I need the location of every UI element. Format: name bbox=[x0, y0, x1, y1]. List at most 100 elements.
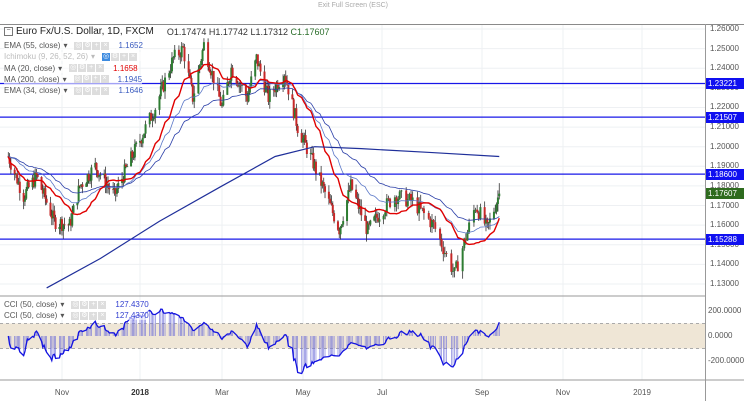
indicator-legend[interactable]: Ichimoku (9, 26, 52, 26) ▾ ◎ ⚙ + × bbox=[4, 52, 147, 62]
settings-icon[interactable]: ⚙ bbox=[80, 311, 89, 320]
settings-icon[interactable]: ⚙ bbox=[80, 300, 89, 309]
more-icon[interactable]: + bbox=[92, 41, 101, 50]
candle-body bbox=[398, 191, 401, 200]
indicator-buttons[interactable]: ◎ ⚙ + × bbox=[74, 86, 110, 95]
candle-body bbox=[330, 203, 333, 205]
candle-body bbox=[218, 85, 221, 97]
remove-icon[interactable]: × bbox=[101, 86, 110, 95]
candle-body bbox=[115, 188, 118, 194]
candle-body bbox=[208, 67, 211, 72]
time-tick: 2018 bbox=[131, 388, 149, 397]
candle-body bbox=[53, 210, 56, 218]
indicator-label[interactable]: MA (20, close) bbox=[4, 64, 55, 73]
more-icon[interactable]: + bbox=[92, 86, 101, 95]
candle-body bbox=[219, 96, 222, 106]
time-tick: Mar bbox=[215, 388, 229, 397]
dropdown-icon[interactable]: ▾ bbox=[63, 86, 67, 95]
symbol-title[interactable]: Euro Fx/U.S. Dollar, 1D, FXCM bbox=[16, 26, 154, 37]
candle-body bbox=[291, 94, 294, 100]
indicator-buttons[interactable]: ◎ ⚙ + × bbox=[102, 52, 138, 61]
indicator-label[interactable]: MA (200, close) bbox=[4, 75, 60, 84]
visibility-icon[interactable]: ◎ bbox=[71, 311, 80, 320]
candle-body bbox=[90, 167, 93, 181]
settings-icon[interactable]: ⚙ bbox=[111, 52, 120, 61]
remove-icon[interactable]: × bbox=[98, 300, 107, 309]
candle-body bbox=[95, 162, 98, 171]
indicator-legend[interactable]: MA (20, close) ▾ ◎ ⚙ + × 1.1658 bbox=[4, 63, 138, 73]
remove-icon[interactable]: × bbox=[129, 52, 138, 61]
candle-body bbox=[442, 247, 445, 255]
candle-body bbox=[36, 174, 39, 177]
candle-body bbox=[378, 219, 381, 222]
cci-label[interactable]: CCI (50, close) bbox=[4, 300, 57, 309]
visibility-icon[interactable]: ◎ bbox=[73, 75, 82, 84]
indicator-buttons[interactable]: ◎ ⚙ + × bbox=[71, 311, 107, 320]
indicator-buttons[interactable]: ◎ ⚙ + × bbox=[73, 75, 109, 84]
visibility-icon[interactable]: ◎ bbox=[74, 86, 83, 95]
candle-body bbox=[183, 46, 186, 62]
candle-body bbox=[434, 222, 437, 229]
candle-body bbox=[476, 209, 479, 213]
candle-body bbox=[296, 125, 299, 134]
time-tick: Sep bbox=[474, 388, 490, 397]
level-price-label: 1.21507 bbox=[706, 111, 744, 123]
indicator-legend[interactable]: EMA (34, close) ▾ ◎ ⚙ + × 1.1646 bbox=[4, 86, 143, 96]
collapse-icon[interactable]: − bbox=[4, 27, 13, 36]
dropdown-icon[interactable]: ▾ bbox=[60, 311, 64, 320]
candle-body bbox=[126, 166, 129, 168]
more-icon[interactable]: + bbox=[89, 311, 98, 320]
indicator-label[interactable]: Ichimoku (9, 26, 52, 26) bbox=[4, 52, 88, 61]
cci-legend[interactable]: CCI (50, close) ▾ ◎ ⚙ + × 127.4370 bbox=[4, 300, 149, 309]
candle-body bbox=[406, 198, 409, 207]
dropdown-icon[interactable]: ▾ bbox=[91, 52, 95, 61]
candle-body bbox=[439, 228, 442, 240]
candle-body bbox=[193, 93, 196, 102]
candle-body bbox=[369, 220, 372, 225]
candle-body bbox=[172, 57, 175, 58]
remove-icon[interactable]: × bbox=[96, 64, 105, 73]
settings-icon[interactable]: ⚙ bbox=[82, 75, 91, 84]
more-icon[interactable]: + bbox=[87, 64, 96, 73]
indicator-legend[interactable]: EMA (55, close) ▾ ◎ ⚙ + × 1.1652 bbox=[4, 41, 143, 50]
indicator-legend[interactable]: MA (200, close) ▾ ◎ ⚙ + × 1.1945 bbox=[4, 74, 143, 84]
candle-body bbox=[373, 216, 376, 221]
visibility-icon[interactable]: ◎ bbox=[102, 52, 111, 61]
candle-body bbox=[143, 133, 146, 138]
visibility-icon[interactable]: ◎ bbox=[69, 64, 78, 73]
candle-body bbox=[207, 42, 210, 68]
candle-body bbox=[112, 189, 115, 191]
remove-icon[interactable]: × bbox=[101, 41, 110, 50]
candle-body bbox=[479, 207, 482, 219]
ma200-line bbox=[46, 146, 500, 289]
settings-icon[interactable]: ⚙ bbox=[83, 86, 92, 95]
time-tick: Jul bbox=[376, 388, 388, 397]
settings-icon[interactable]: ⚙ bbox=[83, 41, 92, 50]
candle-body bbox=[151, 119, 154, 121]
more-icon[interactable]: + bbox=[120, 52, 129, 61]
indicator-value: 1.1658 bbox=[113, 63, 138, 73]
settings-icon[interactable]: ⚙ bbox=[78, 64, 87, 73]
indicator-buttons[interactable]: ◎ ⚙ + × bbox=[71, 300, 107, 309]
price-tick: 1.13000 bbox=[710, 278, 739, 288]
visibility-icon[interactable]: ◎ bbox=[74, 41, 83, 50]
more-icon[interactable]: + bbox=[91, 75, 100, 84]
dropdown-icon[interactable]: ▾ bbox=[60, 300, 64, 309]
dropdown-icon[interactable]: ▾ bbox=[63, 75, 67, 84]
indicator-label[interactable]: EMA (34, close) bbox=[4, 86, 60, 95]
cci-legend[interactable]: CCI (50, close) ▾ ◎ ⚙ + × 127.4370 bbox=[4, 311, 149, 320]
time-tick: Nov bbox=[54, 388, 70, 397]
dropdown-icon[interactable]: ▾ bbox=[58, 64, 62, 73]
cci-label[interactable]: CCI (50, close) bbox=[4, 311, 57, 320]
more-icon[interactable]: + bbox=[89, 300, 98, 309]
indicator-label[interactable]: EMA (55, close) bbox=[4, 41, 60, 50]
candle-body bbox=[23, 198, 26, 202]
dropdown-icon[interactable]: ▾ bbox=[63, 41, 67, 50]
remove-icon[interactable]: × bbox=[98, 311, 107, 320]
remove-icon[interactable]: × bbox=[100, 75, 109, 84]
time-tick: May bbox=[295, 388, 311, 397]
indicator-buttons[interactable]: ◎ ⚙ + × bbox=[74, 41, 110, 50]
candle-body bbox=[99, 175, 102, 176]
candle-body bbox=[461, 248, 464, 272]
indicator-buttons[interactable]: ◎ ⚙ + × bbox=[69, 64, 105, 73]
visibility-icon[interactable]: ◎ bbox=[71, 300, 80, 309]
